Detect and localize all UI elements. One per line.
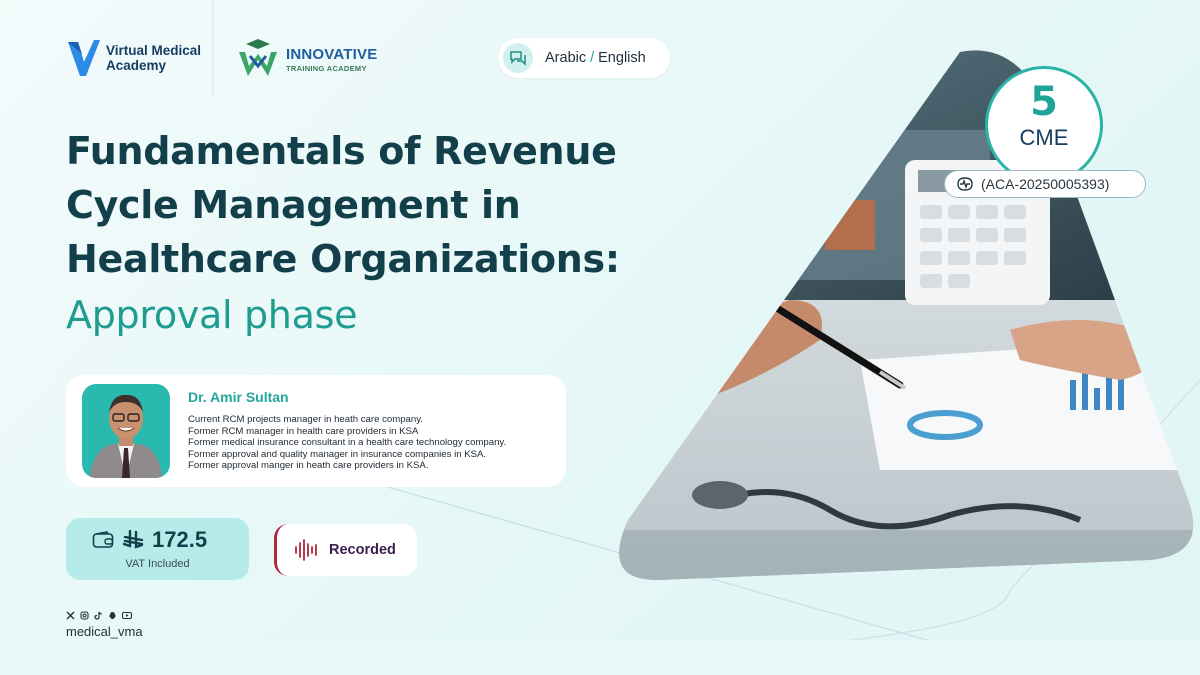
youtube-icon[interactable] (122, 611, 132, 620)
language-icon (503, 43, 533, 73)
x-icon[interactable] (66, 611, 75, 620)
cme-unit: CME (1019, 125, 1069, 150)
speaker-bio-line: Current RCM projects manager in heath ca… (188, 414, 423, 425)
accreditation-icon (957, 177, 973, 191)
speaker-bio-line: Former approval manger in heath care pro… (188, 460, 429, 471)
course-title-line: Cycle Management in (66, 183, 521, 227)
course-title-line: Fundamentals of Revenue (66, 129, 617, 173)
vma-logo-icon (68, 40, 100, 76)
tiktok-icon[interactable] (94, 611, 103, 620)
vat-note: VAT Included (125, 558, 190, 570)
speaker-name: Dr. Amir Sultan (188, 389, 289, 405)
course-subtitle: Approval phase (66, 293, 358, 337)
price-box: 172.5 VAT Included (66, 518, 249, 580)
speaker-bio-line: Former RCM manager in health care provid… (188, 425, 419, 437)
instagram-icon[interactable] (80, 611, 89, 620)
audio-wave-icon (295, 539, 317, 561)
language-primary: Arabic (545, 50, 587, 66)
ita-logo: INNOVATIVE TRAINING ACADEMY (236, 36, 377, 82)
ita-logo-tagline: TRAINING ACADEMY (286, 63, 367, 73)
price-amount: 172.5 (152, 527, 208, 552)
vma-logo: Virtual Medical Academy (66, 38, 218, 78)
cme-badge: 5 CME (985, 66, 1103, 184)
recorded-label: Recorded (329, 542, 396, 558)
ita-logo-title: INNOVATIVE (286, 45, 378, 63)
speaker-bio-line: Former approval and quality manager in i… (188, 448, 487, 460)
cme-value: 5 (1030, 79, 1058, 125)
speaker-bio: Current RCM projects manager in heath ca… (188, 414, 506, 472)
speaker-card: Dr. Amir Sultan Current RCM projects man… (66, 375, 566, 487)
speaker-avatar (82, 384, 170, 478)
accreditation-code: (ACA-20250005393) (944, 170, 1146, 198)
social-handle: medical_vma (66, 624, 143, 639)
social-icons (66, 611, 132, 620)
vma-logo-text: Virtual Medical Academy (106, 43, 202, 73)
accreditation-code-text: (ACA-20250005393) (981, 176, 1110, 192)
language-secondary: English (598, 50, 646, 66)
language-pill: Arabic / English (498, 38, 670, 78)
wallet-icon (92, 531, 114, 548)
ita-logo-icon (239, 39, 277, 76)
language-separator: / (590, 50, 595, 66)
course-title-line: Healthcare Organizations: (66, 237, 620, 281)
course-title: Fundamentals of Revenue Cycle Management… (66, 124, 706, 286)
recorded-badge: Recorded (274, 524, 417, 576)
speaker-bio-line: Former medical insurance consultant in a… (188, 437, 507, 448)
riyal-icon (122, 530, 144, 549)
snapchat-icon[interactable] (108, 611, 117, 620)
